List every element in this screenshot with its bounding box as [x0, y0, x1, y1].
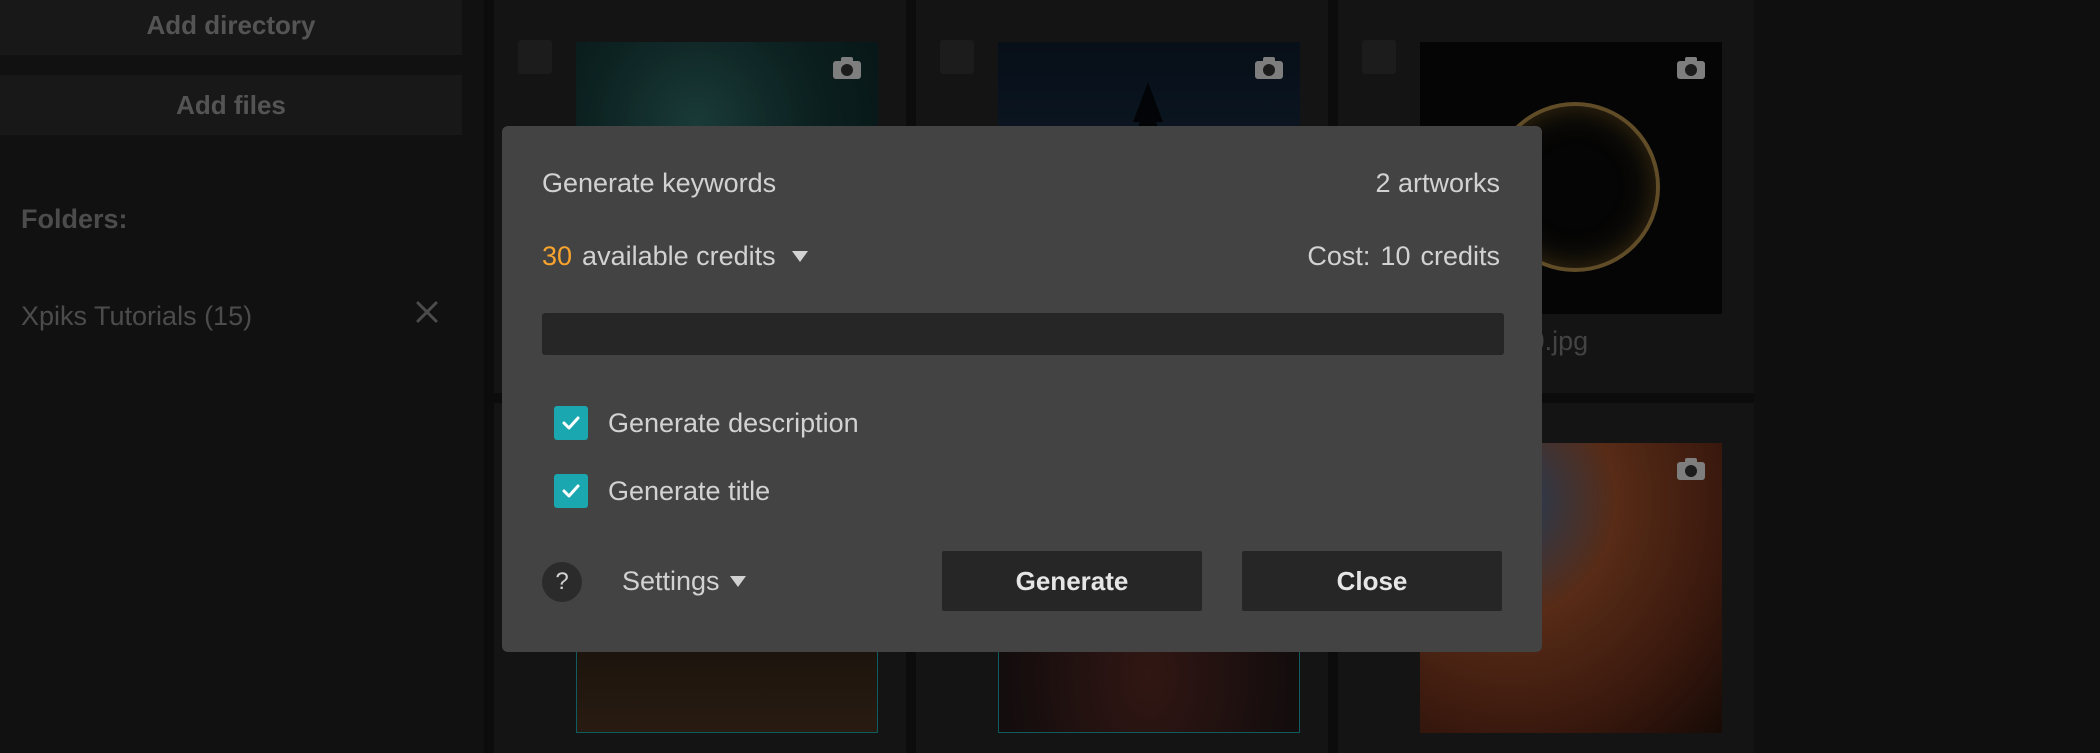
generate-button[interactable]: Generate — [942, 551, 1202, 611]
cost-info: Cost: 10 credits — [1307, 241, 1500, 272]
generate-title-option[interactable]: Generate title — [554, 474, 770, 508]
checkmark-icon — [562, 416, 580, 430]
cost-label: Cost: — [1307, 241, 1371, 271]
generate-description-label: Generate description — [608, 407, 859, 438]
cost-value: 10 — [1380, 241, 1411, 271]
available-credits-dropdown[interactable]: 30 available credits — [542, 241, 808, 272]
caret-down-icon — [729, 576, 746, 587]
settings-dropdown[interactable]: Settings — [622, 566, 746, 597]
generate-keywords-dialog: Generate keywords 2 artworks 30 availabl… — [502, 126, 1542, 652]
generate-description-checkbox[interactable] — [554, 406, 588, 440]
artworks-count: 2 artworks — [1375, 168, 1500, 198]
dialog-title: Generate keywords — [542, 168, 777, 198]
generate-description-option[interactable]: Generate description — [554, 406, 859, 440]
help-button[interactable]: ? — [542, 562, 582, 602]
generate-title-label: Generate title — [608, 475, 771, 506]
cost-unit: credits — [1420, 241, 1500, 271]
close-button[interactable]: Close — [1242, 551, 1502, 611]
caret-down-icon — [791, 251, 808, 262]
available-credits-label: available credits — [582, 241, 776, 271]
available-credits-number: 30 — [542, 241, 573, 271]
checkmark-icon — [562, 484, 580, 498]
generate-title-checkbox[interactable] — [554, 474, 588, 508]
keywords-input[interactable] — [542, 313, 1504, 355]
settings-label: Settings — [622, 566, 720, 596]
